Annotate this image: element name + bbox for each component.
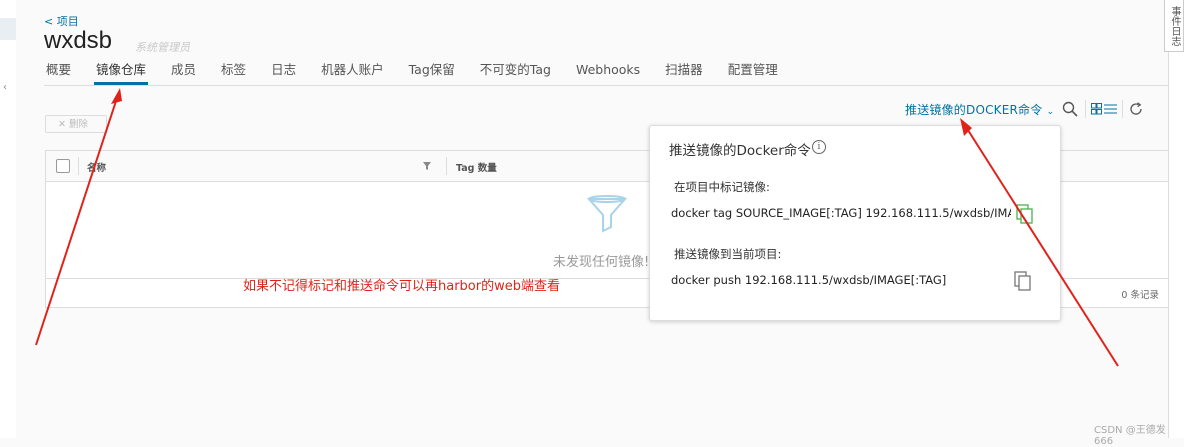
annotation-arrow-right: [965, 126, 1119, 367]
annotation-arrows: [35, 88, 1119, 367]
annotation-arrow-left: [35, 97, 118, 346]
arrowhead-left: [111, 88, 122, 104]
watermark: CSDN @王德发666: [1094, 425, 1166, 447]
